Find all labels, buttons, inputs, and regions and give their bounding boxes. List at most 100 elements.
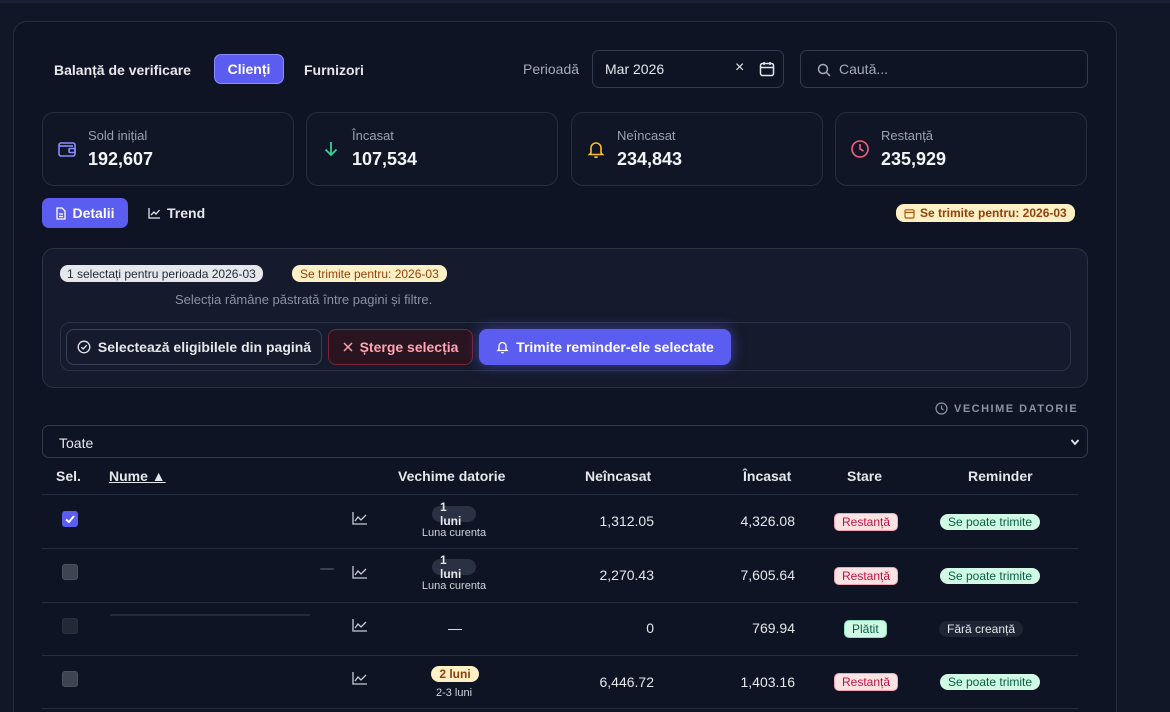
search-field[interactable] [800,50,1088,88]
collected-value: 769.94 [752,620,795,636]
wallet-icon [58,142,76,157]
debt-age-subtext: Luna curenta [421,527,487,539]
stat-value: 235,929 [881,149,947,169]
status-badge: Restanță [834,673,899,691]
stat-card-initial-balance: Sold inițial 192,607 [42,112,294,186]
debt-age-select[interactable]: Toate [42,425,1088,458]
period-value: Mar 2026 [605,61,665,77]
debt-age-select-value: Toate [59,435,94,451]
clear-selection-button[interactable]: Șterge selecția [328,329,473,365]
col-header-select: Sel. [56,468,81,484]
col-header-status: Stare [847,468,883,484]
document-icon [56,206,67,220]
col-header-reminder: Reminder [968,468,1033,484]
header-bar: Balanță de verificare Clienți Furnizori … [14,22,1116,112]
redacted-name [110,614,310,616]
uncollected-value: 2,270.43 [599,567,655,583]
bell-icon [496,341,509,354]
row-checkbox[interactable] [62,618,78,634]
debt-age-badge: 1 luni [432,500,476,528]
debt-age-subtext: 2-3 luni [435,687,473,699]
collected-value: 1,403.16 [740,674,796,690]
stat-card-uncollected: Neîncasat 234,843 [571,112,823,186]
row-checkbox[interactable] [62,671,78,687]
debt-age-badge: 1 luni [432,553,476,581]
uncollected-value: 1,312.05 [599,513,655,529]
table-divider [42,708,1078,709]
stat-label: Restanță [881,128,934,143]
trend-chart-icon[interactable] [352,565,368,579]
redacted-name [320,568,334,570]
trend-chart-icon[interactable] [352,671,368,685]
send-for-badge: Se trimite pentru: 2026-03 [292,265,447,282]
selection-actions: Selectează eligibilele din pagină Șterge… [60,322,1071,371]
details-label: Detalii [72,205,115,221]
stat-value: 192,607 [88,149,154,169]
debt-age-subtext: Luna curenta [421,580,487,592]
trend-chart-icon[interactable] [352,618,368,632]
status-badge: Plătit [844,620,887,638]
table-divider [42,602,1078,603]
select-eligible-label: Selectează eligibilele din pagină [97,339,312,355]
send-for-badge: Se trimite pentru: 2026-03 [896,204,1075,222]
debt-age-section-label: VECHIME DATORIE [935,402,1078,415]
selection-note: Selecția rămâne păstrată între pagini și… [175,292,433,307]
status-badge: Restanță [834,513,899,531]
send-for-text: Se trimite pentru: 2026-03 [920,206,1067,220]
table-divider [42,494,1078,495]
details-view-button[interactable]: Detalii [42,198,128,228]
status-badge: Restanță [834,567,899,585]
tab-clients[interactable]: Clienți [214,54,284,84]
stat-value: 107,534 [352,149,418,169]
send-for-text: Se trimite pentru: 2026-03 [300,266,439,281]
select-eligible-button[interactable]: Selectează eligibilele din pagină [66,329,322,365]
trend-view-button[interactable]: Trend [148,198,218,228]
clock-icon [851,140,869,158]
reminder-badge: Se poate trimite [940,568,1041,584]
search-input[interactable] [839,59,1069,79]
reminder-badge: Fără creanță [939,621,1024,637]
selected-count-badge: 1 selectați pentru perioada 2026-03 [60,265,263,282]
search-icon [817,63,831,77]
debt-age-badge: 2 luni [431,666,479,682]
table-divider [42,655,1078,656]
collected-value: 4,326.08 [740,513,796,529]
selection-panel: 1 selectați pentru perioada 2026-03 Se t… [42,248,1088,388]
period-label: Perioadă [523,61,580,77]
clear-icon[interactable]: × [735,59,744,77]
reminder-badge: Se poate trimite [940,514,1041,530]
row-checkbox[interactable] [62,511,78,527]
stat-label: Încasat [352,128,394,143]
table-divider [42,548,1078,549]
calendar-icon [904,208,915,219]
calendar-icon[interactable] [759,61,775,77]
stat-label: Neîncasat [617,128,676,143]
row-checkbox[interactable] [62,564,78,580]
trend-label: Trend [167,205,206,221]
trend-chart-icon[interactable] [352,511,368,525]
col-header-debt-age: Vechime datorie [398,468,506,484]
collected-value: 7,605.64 [740,567,796,583]
tab-trial-balance[interactable]: Balanță de verificare [54,62,191,78]
check-circle-icon [77,340,91,354]
close-icon [343,342,353,352]
main-panel: Balanță de verificare Clienți Furnizori … [13,21,1117,712]
uncollected-value: 6,446.72 [599,674,655,690]
col-header-name[interactable]: Nume ▲ [109,468,166,484]
send-reminders-button[interactable]: Trimite reminder-ele selectate [479,329,731,365]
reminder-badge: Se poate trimite [940,674,1041,690]
stat-card-collected: Încasat 107,534 [306,112,558,186]
tab-suppliers[interactable]: Furnizori [304,62,364,78]
period-picker[interactable]: Mar 2026 × [592,50,784,88]
arrow-down-icon [324,142,338,157]
checkmark-icon [65,515,75,524]
window-top-border [0,0,1170,3]
chart-line-icon [148,208,160,219]
stat-label: Sold inițial [88,128,148,143]
col-header-uncollected: Neîncasat [585,468,652,484]
clock-icon [935,402,948,415]
stat-card-overdue: Restanță 235,929 [835,112,1087,186]
chevron-down-icon [1070,439,1080,446]
col-header-collected: Încasat [743,468,792,484]
uncollected-value: 0 [646,620,654,636]
